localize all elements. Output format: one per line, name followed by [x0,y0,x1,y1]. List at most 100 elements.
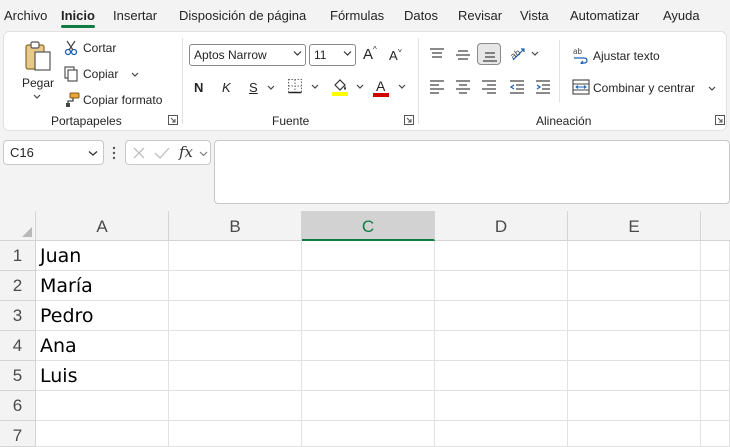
align-right-icon[interactable] [481,80,497,94]
insert-function-button[interactable]: fx [179,143,193,161]
column-header-a[interactable]: A [36,211,169,241]
cell-f1[interactable] [701,241,730,271]
row-header-7[interactable]: 7 [0,421,36,447]
formula-input[interactable] [214,140,730,204]
italic-button[interactable]: K [222,80,231,95]
column-header-f-partial[interactable] [701,211,730,241]
tab-formulas[interactable]: Fórmulas [330,8,384,23]
cell-d6[interactable] [435,391,568,421]
name-box[interactable]: C16 [3,140,104,165]
cell-a5[interactable]: Luis [36,361,169,391]
cell-a1[interactable]: Juan [36,241,169,271]
tab-inicio[interactable]: Inicio [61,8,95,28]
column-header-d[interactable]: D [435,211,568,241]
cell-f2[interactable] [701,271,730,301]
shrink-font-button[interactable]: A ^ [388,44,406,65]
alignment-launcher-icon[interactable] [715,115,725,125]
cell-a2[interactable]: María [36,271,169,301]
clipboard-launcher-icon[interactable] [168,115,178,125]
cell-b2[interactable] [169,271,302,301]
column-header-c[interactable]: C [302,211,435,241]
cell-a4[interactable]: Ana [36,331,169,361]
cell-f4[interactable] [701,331,730,361]
align-bottom-button[interactable] [477,43,501,65]
cell-c1[interactable] [302,241,435,271]
tab-revisar[interactable]: Revisar [458,8,502,23]
tab-insertar[interactable]: Insertar [113,8,157,23]
cell-d2[interactable] [435,271,568,301]
align-middle-icon[interactable] [455,48,471,62]
cell-b5[interactable] [169,361,302,391]
cell-e7[interactable] [568,421,701,447]
cell-e5[interactable] [568,361,701,391]
cell-c2[interactable] [302,271,435,301]
more-options-icon[interactable] [112,146,116,160]
cell-f3[interactable] [701,301,730,331]
bold-button[interactable]: N [194,80,203,95]
cell-c7[interactable] [302,421,435,447]
column-header-e[interactable]: E [568,211,701,241]
column-header-b[interactable]: B [169,211,302,241]
cell-a7[interactable] [36,421,169,447]
align-top-icon[interactable] [429,48,445,62]
cell-f6[interactable] [701,391,730,421]
orientation-button[interactable]: ab [509,44,541,64]
borders-button[interactable] [287,78,321,98]
increase-indent-icon[interactable] [535,80,551,94]
font-name-select[interactable]: Aptos Narrow [189,44,306,66]
cell-c5[interactable] [302,361,435,391]
align-center-icon[interactable] [455,80,471,94]
select-all-corner[interactable] [0,211,36,241]
tab-archivo[interactable]: Archivo [4,8,47,23]
row-header-3[interactable]: 3 [0,301,36,331]
merge-center-button[interactable]: Combinar y centrar [572,78,718,98]
row-header-5[interactable]: 5 [0,361,36,391]
cell-d1[interactable] [435,241,568,271]
align-left-icon[interactable] [429,80,445,94]
copy-button[interactable]: Copiar [64,66,144,84]
fill-color-button[interactable] [331,77,365,99]
cell-b1[interactable] [169,241,302,271]
cell-e6[interactable] [568,391,701,421]
cell-b7[interactable] [169,421,302,447]
enter-check-icon[interactable] [154,146,170,160]
cell-c4[interactable] [302,331,435,361]
cell-e3[interactable] [568,301,701,331]
cell-c3[interactable] [302,301,435,331]
cell-d4[interactable] [435,331,568,361]
decrease-indent-icon[interactable] [509,80,525,94]
underline-button[interactable]: S [247,80,277,100]
cell-e1[interactable] [568,241,701,271]
row-header-4[interactable]: 4 [0,331,36,361]
chevron-down-icon [88,151,98,156]
cell-f7[interactable] [701,421,730,447]
paste-button[interactable]: Pegar [18,38,58,106]
wrap-text-button[interactable]: ab Ajustar texto [572,46,672,66]
cell-f5[interactable] [701,361,730,391]
row-header-1[interactable]: 1 [0,241,36,271]
font-size-select[interactable]: 11 [309,44,356,66]
cell-b4[interactable] [169,331,302,361]
tab-datos[interactable]: Datos [404,8,438,23]
cell-e2[interactable] [568,271,701,301]
row-header-6[interactable]: 6 [0,391,36,421]
cell-a3[interactable]: Pedro [36,301,169,331]
tab-vista[interactable]: Vista [520,8,549,23]
cell-d7[interactable] [435,421,568,447]
cell-b6[interactable] [169,391,302,421]
grow-font-button[interactable]: A ^ [362,45,380,65]
font-launcher-icon[interactable] [404,115,414,125]
tab-ayuda[interactable]: Ayuda [663,8,700,23]
cell-e4[interactable] [568,331,701,361]
cell-a6[interactable] [36,391,169,421]
cancel-icon[interactable] [132,146,146,160]
cell-b3[interactable] [169,301,302,331]
cell-d5[interactable] [435,361,568,391]
row-header-2[interactable]: 2 [0,271,36,301]
font-color-button[interactable]: A [373,77,407,99]
tab-disposicion-de-pagina[interactable]: Disposición de página [179,8,306,23]
cell-d3[interactable] [435,301,568,331]
tab-automatizar[interactable]: Automatizar [570,8,639,23]
chevron-down-icon [199,151,208,157]
cell-c6[interactable] [302,391,435,421]
